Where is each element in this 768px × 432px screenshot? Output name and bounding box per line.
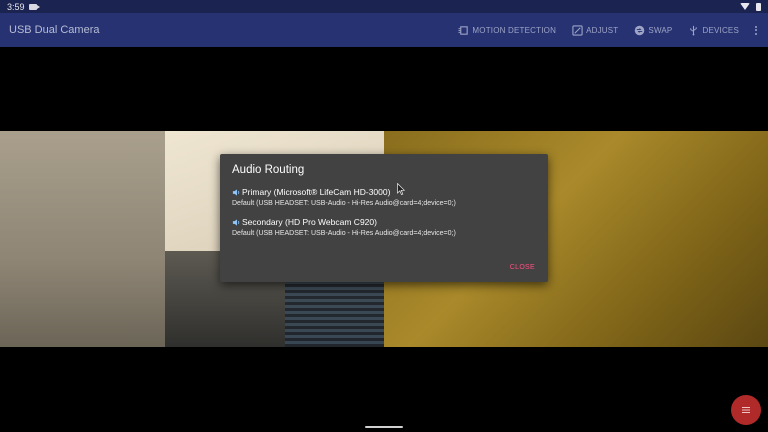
swap-button[interactable]: SWAP: [634, 25, 672, 36]
record-fab-button[interactable]: [731, 395, 761, 425]
swap-label: SWAP: [648, 25, 673, 35]
devices-label: DEVICES: [702, 25, 739, 35]
route-secondary-name: Secondary (HD Pro Webcam C920): [242, 217, 377, 227]
overflow-menu-icon[interactable]: [753, 25, 759, 35]
motion-detection-button[interactable]: MOTION DETECTION: [458, 25, 556, 36]
audio-routing-dialog: Audio Routing Primary (Microsoft® LifeCa…: [220, 154, 548, 282]
wifi-icon: [740, 3, 750, 10]
route-secondary-device: Default (USB HEADSET: USB-Audio - Hi-Res…: [232, 230, 456, 237]
mouse-cursor-icon: [397, 183, 405, 195]
route-primary[interactable]: Primary (Microsoft® LifeCam HD-3000) Def…: [232, 187, 536, 207]
status-bar: 3:59: [0, 0, 768, 13]
app-title: USB Dual Camera: [9, 24, 100, 36]
navigation-handle[interactable]: [365, 426, 403, 428]
dialog-title: Audio Routing: [232, 164, 305, 176]
adjust-label: ADJUST: [586, 25, 619, 35]
motion-detection-label: MOTION DETECTION: [472, 25, 557, 35]
swap-icon: [635, 25, 645, 35]
adjust-button[interactable]: ADJUST: [572, 24, 619, 36]
speaker-icon: [232, 218, 240, 226]
camera-indicator-icon: [28, 3, 40, 10]
toolbar-actions: MOTION DETECTION ADJUST SWAP DEVICES: [442, 24, 759, 36]
route-primary-name: Primary (Microsoft® LifeCam HD-3000): [242, 187, 391, 197]
speaker-icon: [232, 188, 240, 196]
menu-list-icon: [742, 407, 750, 413]
app-bar: USB Dual Camera MOTION DETECTION ADJUST …: [0, 13, 768, 47]
adjust-icon: [572, 24, 583, 36]
devices-button[interactable]: DEVICES: [688, 25, 739, 36]
status-time: 3:59: [7, 1, 25, 12]
status-icons: [740, 2, 761, 11]
motion-detection-icon: [458, 25, 469, 35]
route-primary-device: Default (USB HEADSET: USB-Audio - Hi-Res…: [232, 200, 456, 207]
close-button[interactable]: CLOSE: [510, 264, 535, 271]
battery-icon: [756, 2, 761, 11]
usb-icon: [690, 25, 698, 36]
route-secondary[interactable]: Secondary (HD Pro Webcam C920) Default (…: [232, 217, 536, 237]
